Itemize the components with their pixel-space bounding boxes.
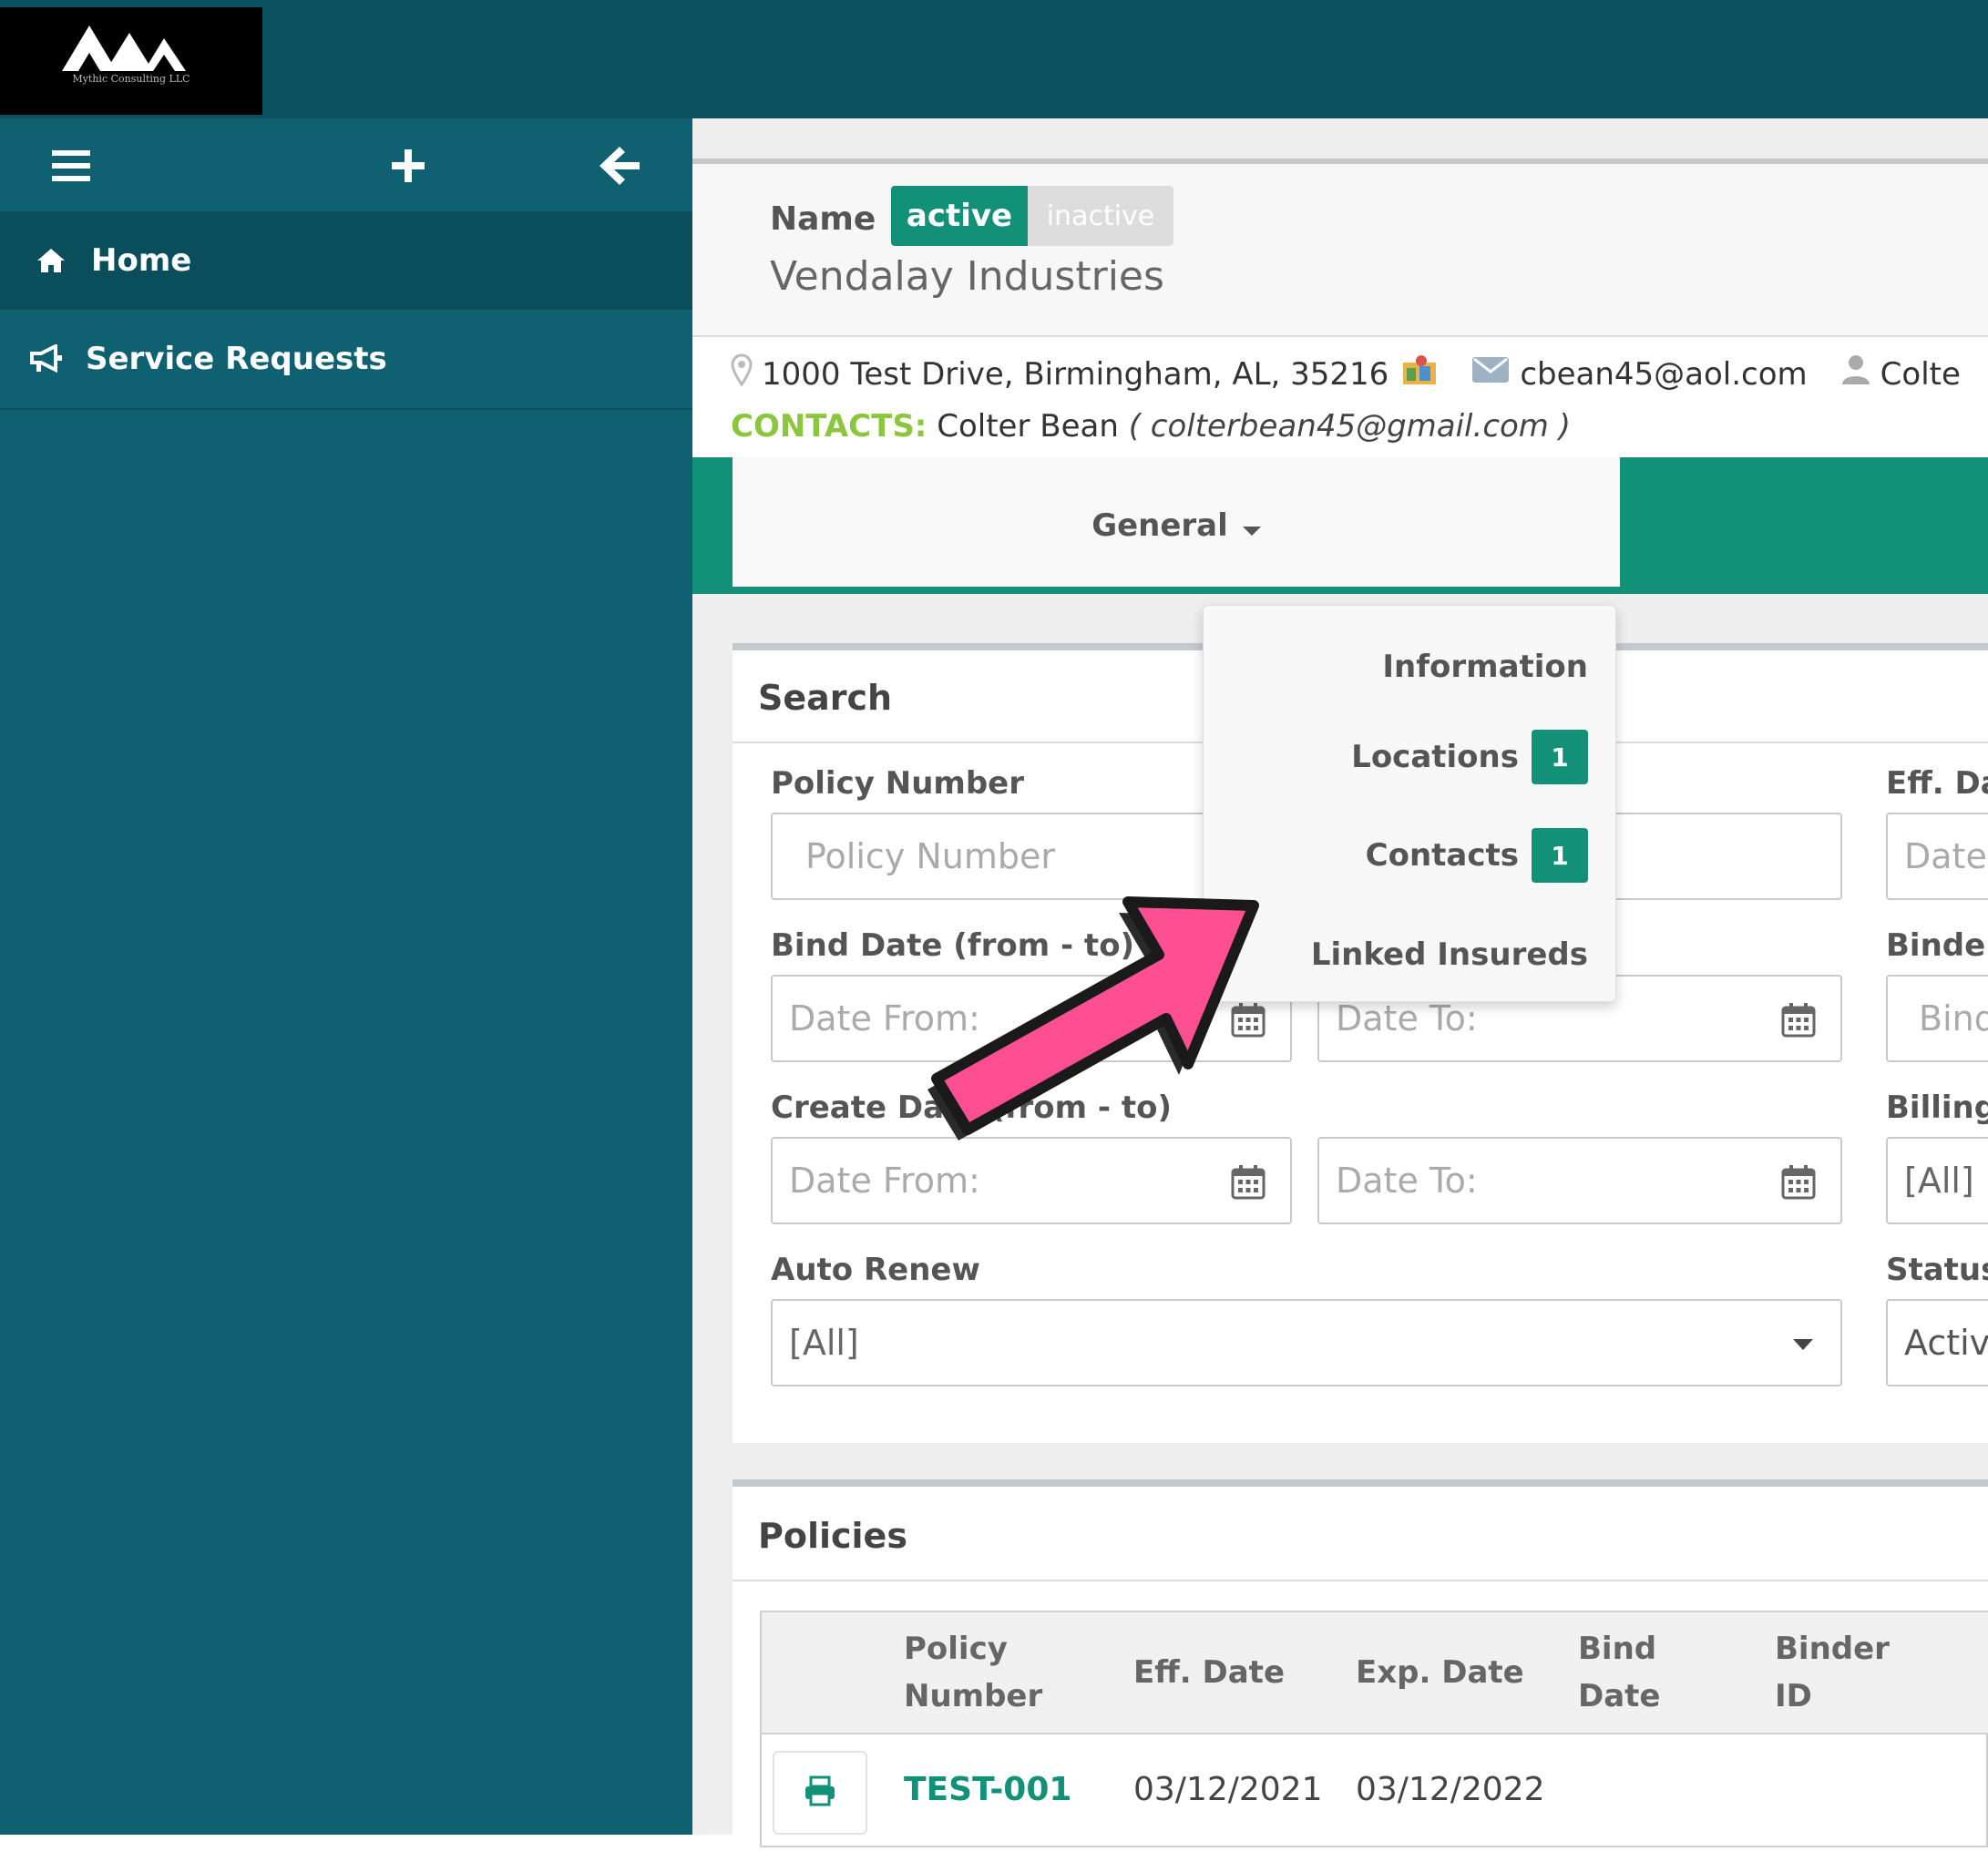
col-policy-number[interactable]: Policy Number	[904, 1625, 1068, 1720]
map-marker-icon	[731, 353, 753, 394]
placeholder: Date To:	[1336, 1161, 1478, 1201]
table-header: Policy Number Eff. Date Exp. Date Bind D…	[762, 1612, 1988, 1734]
logo-subtitle: Mythic Consulting LLC	[72, 73, 190, 85]
caret-down-icon	[1242, 507, 1261, 544]
caret-down-icon	[1793, 1339, 1813, 1350]
policy-number-link[interactable]: TEST-001	[904, 1771, 1071, 1808]
create-date-from-input[interactable]: Date From:	[771, 1137, 1292, 1224]
contact-name: Colter Bean	[937, 408, 1119, 445]
col-eff-date[interactable]: Eff. Date	[1133, 1649, 1285, 1696]
email[interactable]: cbean45@aol.com	[1520, 356, 1807, 393]
eff-date-label: Eff. Dat	[1886, 765, 1988, 802]
menu-item-linked-insureds[interactable]: Linked Insureds	[1311, 926, 1588, 983]
count-badge: 1	[1532, 730, 1588, 784]
toggle-inactive[interactable]: inactive	[1028, 186, 1173, 246]
menu-item-label: Contacts	[1365, 837, 1519, 874]
placeholder: Date From:	[789, 1161, 980, 1201]
envelope-icon	[1471, 355, 1511, 393]
table-row: TEST-001 03/12/2021 03/12/2022	[762, 1734, 1988, 1847]
company-name: Vendalay Industries	[770, 253, 1164, 300]
menu-item-label: Linked Insureds	[1310, 936, 1588, 973]
insured-header: Name active inactive Vendalay Industries	[692, 164, 1988, 337]
eff-date-cell: 03/12/2021	[1133, 1771, 1323, 1808]
auto-renew-select[interactable]: [All]	[771, 1299, 1842, 1386]
tab-label: General	[1091, 507, 1228, 544]
billing-select[interactable]: [All]	[1886, 1137, 1988, 1224]
placeholder: Date From:	[789, 998, 980, 1038]
logo-mark-icon	[62, 26, 186, 71]
sidebar: Home Service Requests	[0, 118, 692, 1835]
col-bind-date[interactable]: Bind Date	[1578, 1625, 1678, 1720]
name-label: Name	[770, 200, 876, 238]
contacts-label: CONTACTS:	[731, 408, 927, 445]
eff-date-input[interactable]: Date F	[1886, 813, 1988, 900]
create-date-label: Create Date (from - to)	[771, 1090, 1173, 1126]
sidebar-item-service-requests[interactable]: Service Requests	[0, 310, 692, 410]
policies-title: Policies	[758, 1516, 907, 1556]
top-bar: Mythic Consulting LLC	[0, 0, 1988, 118]
policy-number-label: Policy Number	[771, 765, 1024, 802]
calendar-icon[interactable]	[1230, 1002, 1266, 1047]
tab-underline	[692, 587, 1620, 594]
arrow-left-icon[interactable]	[590, 137, 649, 195]
sidebar-item-label: Service Requests	[86, 341, 387, 377]
toggle-active[interactable]: active	[891, 186, 1028, 246]
user-icon	[1840, 353, 1871, 394]
tab-general[interactable]: General	[733, 457, 1620, 594]
selected-value: [All]	[789, 1323, 859, 1363]
auto-renew-label: Auto Renew	[771, 1252, 980, 1288]
menu-item-information[interactable]: Information	[1382, 639, 1588, 695]
contact-line: 1000 Test Drive, Birmingham, AL, 35216 c…	[731, 353, 1961, 394]
exp-date-cell: 03/12/2022	[1356, 1771, 1545, 1808]
user-name: Colte	[1880, 355, 1961, 393]
placeholder: Date To:	[1336, 998, 1478, 1038]
menu-item-locations[interactable]: Locations 1	[1351, 730, 1588, 784]
contact-email: ( colterbean45@gmail.com )	[1128, 408, 1572, 445]
status-select[interactable]: Active	[1886, 1299, 1988, 1386]
policies-panel: Policies Policy Number Eff. Date Exp. Da…	[733, 1479, 1988, 1862]
status-toggle[interactable]: active inactive	[891, 186, 1173, 246]
sidebar-item-label: Home	[91, 242, 192, 279]
col-exp-date[interactable]: Exp. Date	[1356, 1649, 1524, 1696]
create-date-to-input[interactable]: Date To:	[1317, 1137, 1842, 1224]
address: 1000 Test Drive, Birmingham, AL, 35216	[762, 355, 1389, 393]
logo[interactable]: Mythic Consulting LLC	[0, 7, 262, 115]
bind-date-label: Bind Date (from - to)	[771, 927, 1135, 964]
print-icon	[804, 1775, 836, 1810]
calendar-icon[interactable]	[1230, 1164, 1266, 1209]
menu-item-label: Locations	[1351, 739, 1519, 775]
menu-item-label: Information	[1382, 649, 1588, 685]
sidebar-item-home[interactable]: Home	[0, 211, 692, 310]
divider	[733, 1580, 1988, 1581]
menu-item-contacts[interactable]: Contacts 1	[1366, 828, 1588, 883]
home-icon	[31, 247, 71, 274]
info-bar: 1000 Test Drive, Birmingham, AL, 35216 c…	[692, 337, 1988, 457]
plus-icon[interactable]	[379, 137, 437, 195]
calendar-icon[interactable]	[1780, 1164, 1817, 1209]
binder-input[interactable]: Binde	[1886, 975, 1988, 1062]
billing-label: Billing T	[1886, 1090, 1988, 1126]
col-binder-id[interactable]: Binder ID	[1775, 1625, 1893, 1720]
status-label: Status	[1886, 1252, 1988, 1288]
map-icon[interactable]	[1401, 353, 1438, 394]
sidebar-toolbar	[0, 118, 692, 211]
general-dropdown-menu: Information Locations 1 Contacts 1 Linke…	[1203, 605, 1616, 1002]
menu-icon[interactable]	[42, 137, 100, 195]
search-title: Search	[758, 678, 893, 718]
calendar-icon[interactable]	[1780, 1002, 1817, 1047]
tab-bar: General	[692, 457, 1988, 594]
policies-table: Policy Number Eff. Date Exp. Date Bind D…	[760, 1611, 1988, 1847]
print-button[interactable]	[773, 1751, 867, 1835]
binder-label: Binder I	[1886, 927, 1988, 964]
count-badge: 1	[1532, 828, 1588, 883]
contacts-line: CONTACTS: Colter Bean ( colterbean45@gma…	[731, 408, 1571, 445]
megaphone-icon	[26, 344, 66, 373]
